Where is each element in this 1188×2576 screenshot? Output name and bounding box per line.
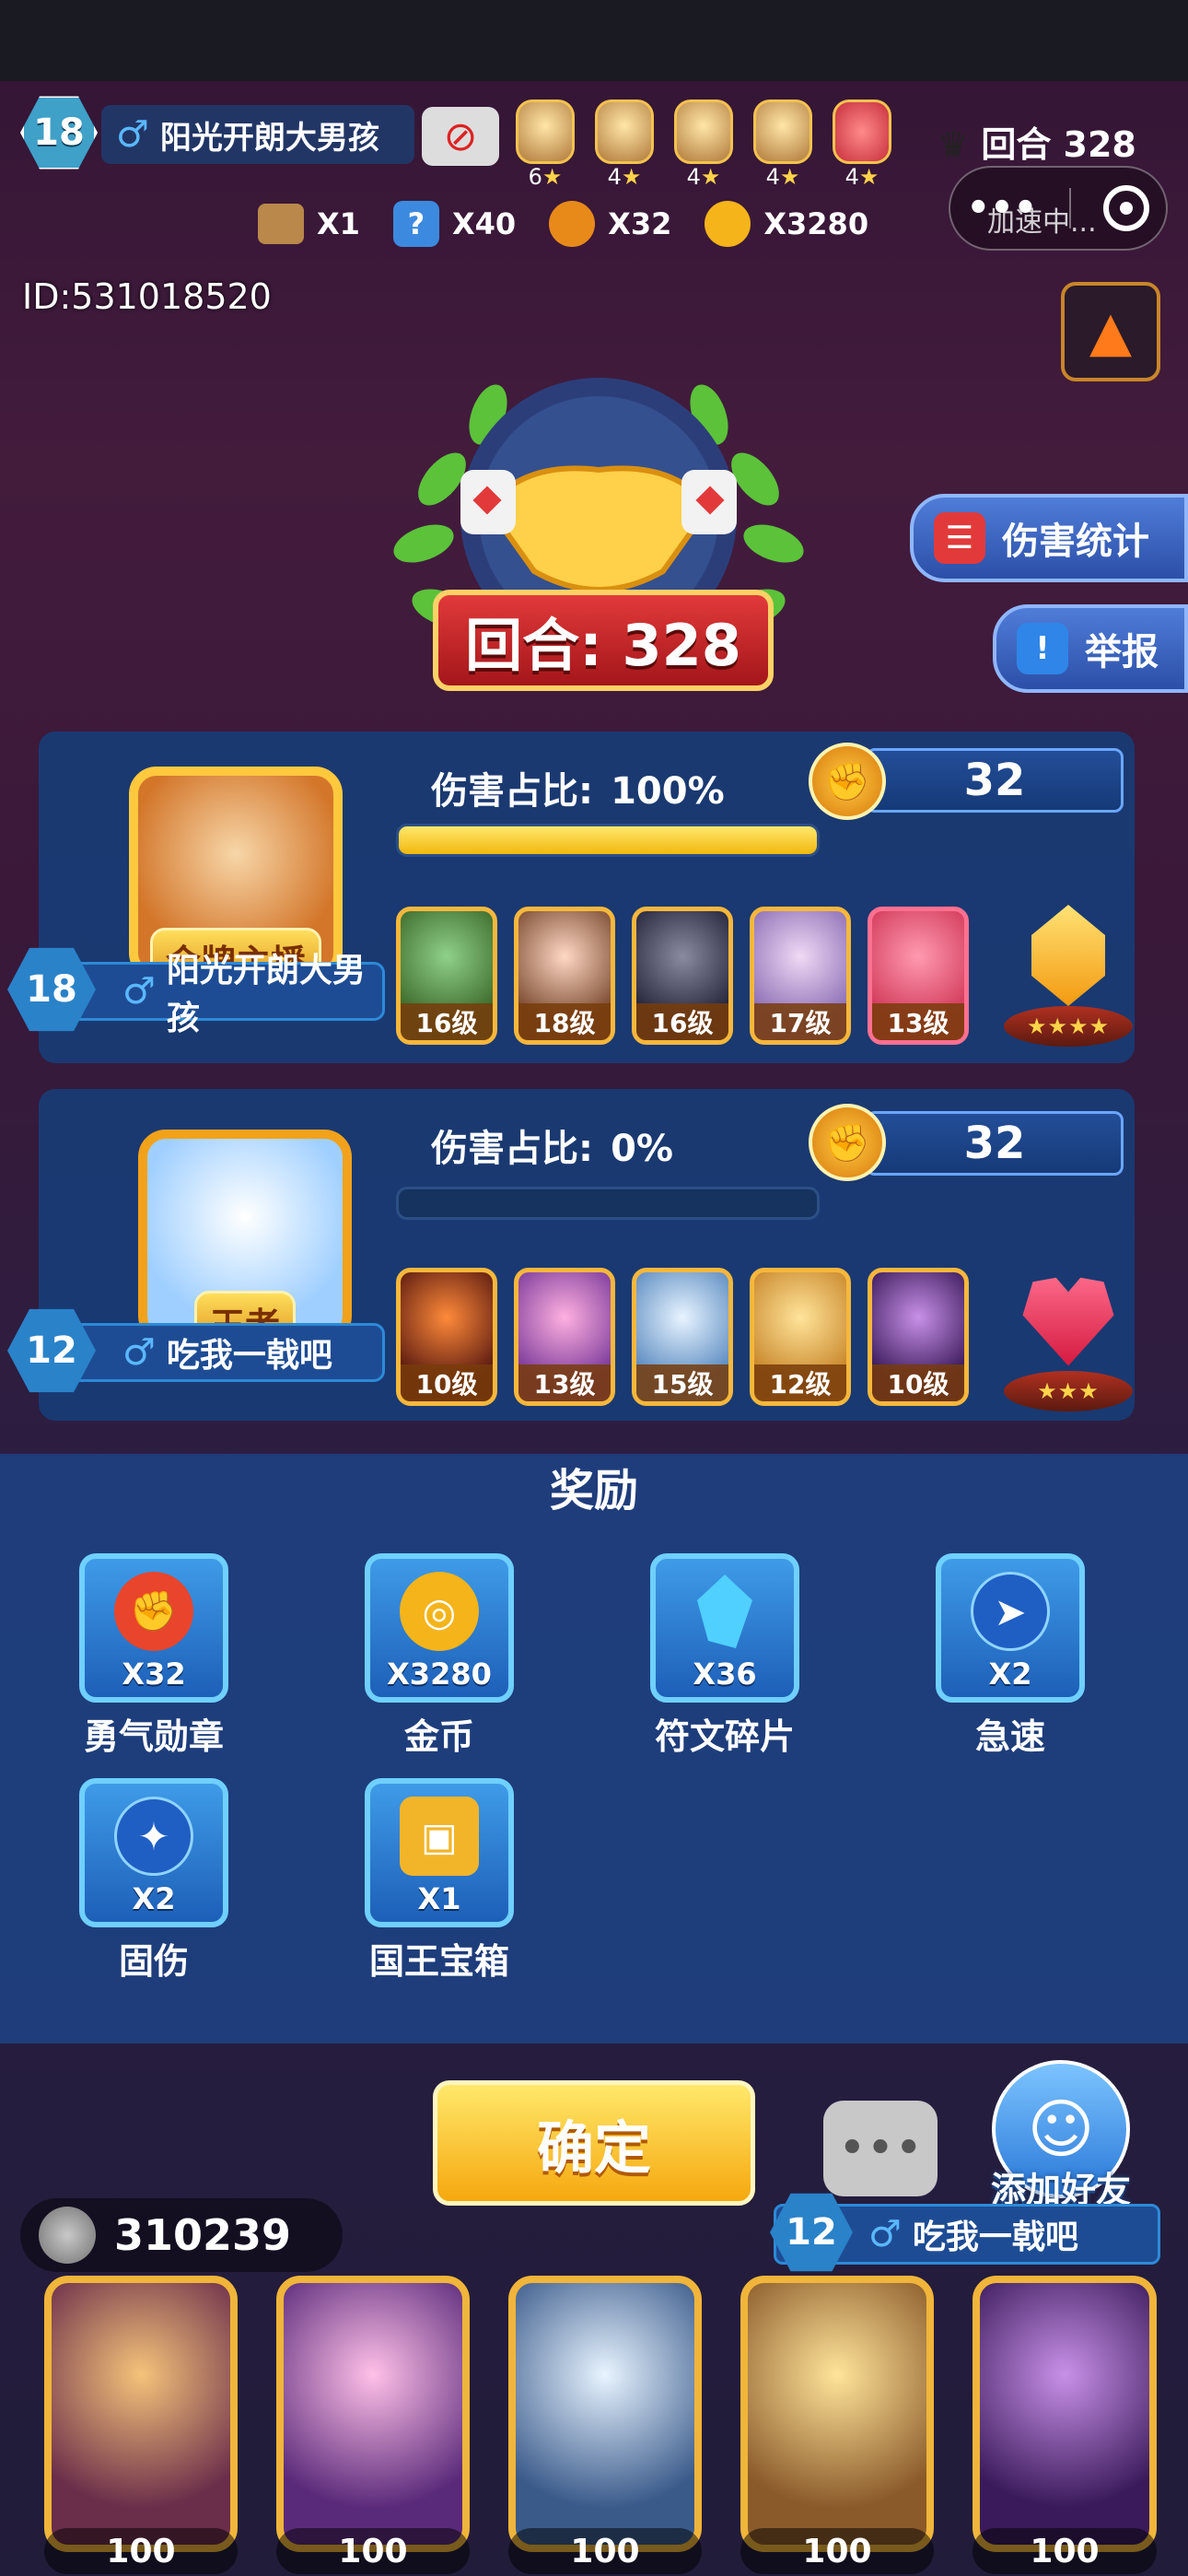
crown-coin-icon — [39, 2207, 96, 2264]
medal-icon-item: X32 — [549, 201, 671, 247]
player-2-damage-bar — [396, 1187, 820, 1220]
reward-rune-shard[interactable]: X36 符文碎片 — [646, 1553, 803, 1759]
chest-icon — [258, 204, 304, 244]
chest-icon-item: X1 — [258, 204, 360, 244]
crown-icon: ♛ — [938, 124, 970, 165]
hero-card[interactable]: 18级 — [514, 907, 615, 1045]
male-icon: ♂ — [868, 2213, 902, 2255]
confirm-button[interactable]: 确定 — [433, 2080, 755, 2206]
bottom-hero-card[interactable] — [276, 2276, 470, 2552]
coin-balance: 310239 — [20, 2198, 343, 2272]
male-icon: ♂ — [116, 113, 149, 156]
reward-gold-coin[interactable]: ◎ X3280 金币 — [361, 1553, 518, 1759]
medal-icon — [549, 201, 596, 247]
hero-card[interactable]: 10级 — [396, 1268, 497, 1406]
player-2-namebar: ♂ 吃我一戟吧 — [55, 1323, 385, 1382]
shield-icon: ! — [1017, 623, 1068, 674]
hero-cost: 100 — [508, 2528, 702, 2574]
player-1-damage-bar — [396, 824, 820, 857]
king-chest-icon: ▣ — [400, 1797, 479, 1876]
arrow-up-icon[interactable]: ▲ — [1061, 282, 1160, 381]
hero-cost: 100 — [276, 2528, 470, 2574]
speed-status: 加速中... — [987, 206, 1097, 239]
chat-icon[interactable]: ••• — [823, 2101, 938, 2196]
hud-hero-3[interactable]: 4★ — [674, 100, 733, 190]
fist-medal-icon: ✊ — [809, 1104, 886, 1181]
heart-gem-icon — [1022, 1277, 1114, 1366]
male-icon: ♂ — [122, 1331, 156, 1374]
hero-card[interactable]: 10级 — [868, 1268, 969, 1406]
hero-card[interactable]: 16级 — [396, 907, 497, 1045]
hero-cost: 100 — [740, 2528, 934, 2574]
player-id: ID:531018520 — [22, 276, 272, 317]
reward-haste[interactable]: ➤ X2 急速 — [932, 1553, 1089, 1759]
question-icon-item: ? X40 — [392, 201, 516, 247]
fixed-damage-icon: ✦ — [114, 1797, 193, 1876]
report-button[interactable]: ! 举报 — [993, 604, 1188, 693]
bottom-hero-card[interactable] — [740, 2276, 934, 2552]
coin-icon-item: X3280 — [705, 201, 868, 247]
hud-hero-1[interactable]: 6★ — [516, 100, 575, 190]
hud-round: ♛ 回合 328 — [938, 124, 1136, 165]
male-icon: ♂ — [122, 970, 156, 1013]
reward-fixed-damage[interactable]: ✦ X2 固伤 — [76, 1778, 232, 1984]
bottom-hero-card[interactable] — [44, 2276, 238, 2552]
player-2-heart[interactable]: ★★★ — [1004, 1255, 1133, 1411]
player-1-namebar: ♂ 阳光开朗大男孩 — [55, 952, 385, 1037]
hero-card[interactable]: 15级 — [632, 1268, 733, 1406]
block-icon[interactable]: ⊘ — [422, 107, 499, 166]
question-icon: ? — [392, 201, 439, 247]
hero-card[interactable]: 13级 — [868, 907, 969, 1045]
hero-card[interactable]: 17级 — [750, 907, 851, 1045]
hud-player-name[interactable]: ♂ 阳光开朗大男孩 — [101, 105, 414, 164]
list-icon: ☰ — [934, 512, 985, 564]
player-1-medal-count: 32 — [866, 748, 1124, 813]
hero-cost: 100 — [44, 2528, 238, 2574]
player-2-avatar[interactable]: 王者 — [138, 1130, 352, 1354]
add-friend-button[interactable]: ☺ 添加好友 — [978, 2060, 1144, 2210]
close-target-icon[interactable] — [1103, 185, 1150, 231]
hud-hero-4[interactable]: 4★ — [753, 100, 812, 190]
hero-card[interactable]: 13级 — [514, 1268, 615, 1406]
damage-stats-button[interactable]: ☰ 伤害统计 — [910, 494, 1188, 582]
hud-level-badge: 18 — [20, 94, 98, 171]
fist-medal-icon: ✊ — [809, 743, 886, 820]
player-2-damage: 伤害占比: 0% — [431, 1128, 674, 1170]
player-2-heroes: 10级 13级 15级 12级 10级 — [396, 1268, 969, 1406]
hero-card[interactable]: 12级 — [750, 1268, 851, 1406]
reward-courage-medal[interactable]: ✊ X32 勇气勋章 — [76, 1553, 232, 1759]
hud-resources: X1 ? X40 X32 X3280 — [258, 201, 868, 247]
rune-shard-icon — [685, 1572, 764, 1651]
hero-cost: 100 — [973, 2528, 1157, 2574]
player-2-medal-count: 32 — [866, 1111, 1124, 1176]
player-1-gem[interactable]: ★★★★ — [1004, 890, 1133, 1047]
gem-icon — [1031, 905, 1105, 1006]
gold-coin-icon: ◎ — [400, 1572, 479, 1651]
hud-hero-5[interactable]: 4★ — [833, 100, 891, 190]
courage-medal-icon: ✊ — [114, 1572, 193, 1651]
player-1-heroes: 16级 18级 16级 17级 13级 — [396, 907, 969, 1045]
rewards-title: 奖励 — [549, 1465, 638, 1516]
bottom-hero-card[interactable] — [973, 2276, 1157, 2552]
hero-card[interactable]: 16级 — [632, 907, 733, 1045]
hud-hero-2[interactable]: 4★ — [595, 100, 654, 190]
status-bar — [0, 0, 1188, 81]
reward-king-chest[interactable]: ▣ X1 国王宝箱 — [361, 1778, 518, 1984]
haste-icon: ➤ — [971, 1572, 1050, 1651]
damage-bar-fill — [399, 826, 817, 854]
coin-icon — [705, 201, 751, 247]
bottom-hero-card[interactable] — [508, 2276, 702, 2552]
player-1-damage: 伤害占比: 100% — [431, 770, 725, 813]
hud-hero-row: 6★ 4★ 4★ 4★ 4★ — [516, 100, 891, 190]
round-banner: 回合: 328 — [433, 590, 774, 691]
